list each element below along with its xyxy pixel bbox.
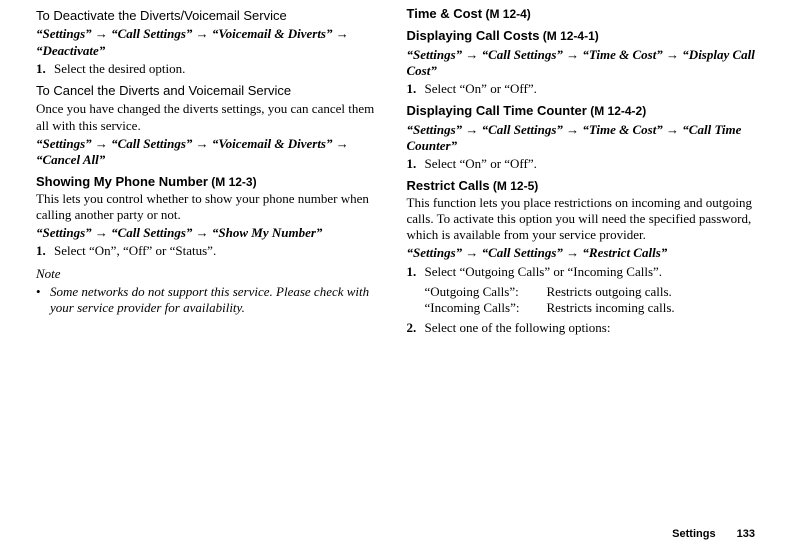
show-number-menu-ref: (M 12-3) xyxy=(208,175,257,189)
restrict-options-table: “Outgoing Calls”: Restricts outgoing cal… xyxy=(425,284,756,317)
restrict-option-incoming: “Incoming Calls”: Restricts incoming cal… xyxy=(425,300,756,316)
show-number-path: “Settings” → “Call Settings” → “Show My … xyxy=(36,225,385,241)
step-text: Select one of the following options: xyxy=(425,320,611,336)
show-number-heading-row: Showing My Phone Number (M 12-3) xyxy=(36,174,385,190)
option-value: Restricts incoming calls. xyxy=(547,300,675,316)
note-body: • Some networks do not support this serv… xyxy=(36,284,385,317)
display-cost-menu-ref: (M 12-4-1) xyxy=(539,29,598,43)
restrict-description: This function lets you place restriction… xyxy=(407,195,756,244)
display-cost-heading: Displaying Call Costs xyxy=(407,28,540,43)
restrict-option-outgoing: “Outgoing Calls”: Restricts outgoing cal… xyxy=(425,284,756,300)
right-column: Time & Cost (M 12-4) Displaying Call Cos… xyxy=(407,6,756,343)
step-number: 1. xyxy=(407,264,425,280)
step-number: 1. xyxy=(407,81,425,97)
show-number-step-1: 1. Select “On”, “Off” or “Status”. xyxy=(36,243,385,259)
restrict-heading-row: Restrict Calls (M 12-5) xyxy=(407,178,756,194)
restrict-step-1: 1. Select “Outgoing Calls” or “Incoming … xyxy=(407,264,756,280)
restrict-step-2: 2. Select one of the following options: xyxy=(407,320,756,336)
note-text: Some networks do not support this servic… xyxy=(50,284,385,317)
step-text: Select “On” or “Off”. xyxy=(425,156,537,172)
show-number-description: This lets you control whether to show yo… xyxy=(36,191,385,224)
call-timer-heading: Displaying Call Time Counter xyxy=(407,103,587,118)
call-timer-section: Displaying Call Time Counter (M 12-4-2) … xyxy=(407,103,756,172)
cancel-section: To Cancel the Diverts and Voicemail Serv… xyxy=(36,83,385,168)
cancel-path: “Settings” → “Call Settings” → “Voicemai… xyxy=(36,136,385,169)
step-number: 2. xyxy=(407,320,425,336)
restrict-heading: Restrict Calls xyxy=(407,178,490,193)
step-number: 1. xyxy=(407,156,425,172)
deactivate-section: To Deactivate the Diverts/Voicemail Serv… xyxy=(36,8,385,77)
step-text: Select “On”, “Off” or “Status”. xyxy=(54,243,216,259)
deactivate-step-1: 1. Select the desired option. xyxy=(36,61,385,77)
cancel-description: Once you have changed the diverts settin… xyxy=(36,101,385,134)
left-column: To Deactivate the Diverts/Voicemail Serv… xyxy=(36,6,385,343)
show-number-section: Showing My Phone Number (M 12-3) This le… xyxy=(36,174,385,316)
display-cost-path: “Settings” → “Call Settings” → “Time & C… xyxy=(407,47,756,80)
deactivate-heading: To Deactivate the Diverts/Voicemail Serv… xyxy=(36,8,385,24)
note-label: Note xyxy=(36,266,385,282)
step-text: Select “On” or “Off”. xyxy=(425,81,537,97)
time-cost-section: Time & Cost (M 12-4) xyxy=(407,6,756,22)
restrict-section: Restrict Calls (M 12-5) This function le… xyxy=(407,178,756,336)
step-number: 1. xyxy=(36,61,54,77)
option-key: “Incoming Calls”: xyxy=(425,300,547,316)
call-timer-step-1: 1. Select “On” or “Off”. xyxy=(407,156,756,172)
restrict-path: “Settings” → “Call Settings” → “Restrict… xyxy=(407,245,756,261)
footer-page-number: 133 xyxy=(737,528,755,540)
call-timer-path: “Settings” → “Call Settings” → “Time & C… xyxy=(407,122,756,155)
show-number-heading: Showing My Phone Number xyxy=(36,174,208,189)
display-cost-section: Displaying Call Costs (M 12-4-1) “Settin… xyxy=(407,28,756,97)
display-cost-step-1: 1. Select “On” or “Off”. xyxy=(407,81,756,97)
call-timer-menu-ref: (M 12-4-2) xyxy=(587,104,646,118)
step-text: Select the desired option. xyxy=(54,61,185,77)
step-text: Select “Outgoing Calls” or “Incoming Cal… xyxy=(425,264,663,280)
step-number: 1. xyxy=(36,243,54,259)
page-footer: Settings 133 xyxy=(672,528,755,542)
cancel-heading: To Cancel the Diverts and Voicemail Serv… xyxy=(36,83,385,99)
option-value: Restricts outgoing calls. xyxy=(547,284,672,300)
time-cost-menu-ref: (M 12-4) xyxy=(482,7,531,21)
option-key: “Outgoing Calls”: xyxy=(425,284,547,300)
call-timer-heading-row: Displaying Call Time Counter (M 12-4-2) xyxy=(407,103,756,119)
restrict-menu-ref: (M 12-5) xyxy=(490,179,539,193)
note-bullet: • xyxy=(36,284,50,317)
footer-section: Settings xyxy=(672,528,715,540)
deactivate-path: “Settings” → “Call Settings” → “Voicemai… xyxy=(36,26,385,59)
display-cost-heading-row: Displaying Call Costs (M 12-4-1) xyxy=(407,28,756,44)
time-cost-heading: Time & Cost xyxy=(407,6,483,21)
